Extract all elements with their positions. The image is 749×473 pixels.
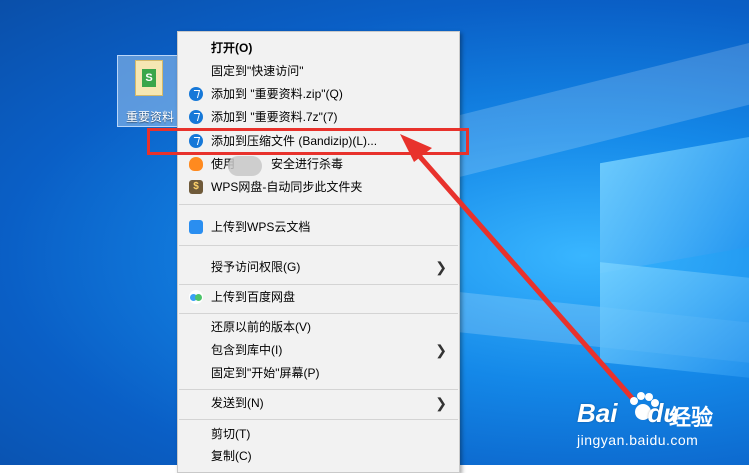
watermark-brand-head: Bai <box>577 398 618 428</box>
watermark-jingyan: 经验 <box>669 405 714 430</box>
arrow-shaft <box>411 147 635 401</box>
arrow-head <box>400 134 432 162</box>
watermark-url: jingyan.baidu.com <box>577 432 699 448</box>
watermark-brand: Bai du <box>577 398 679 429</box>
